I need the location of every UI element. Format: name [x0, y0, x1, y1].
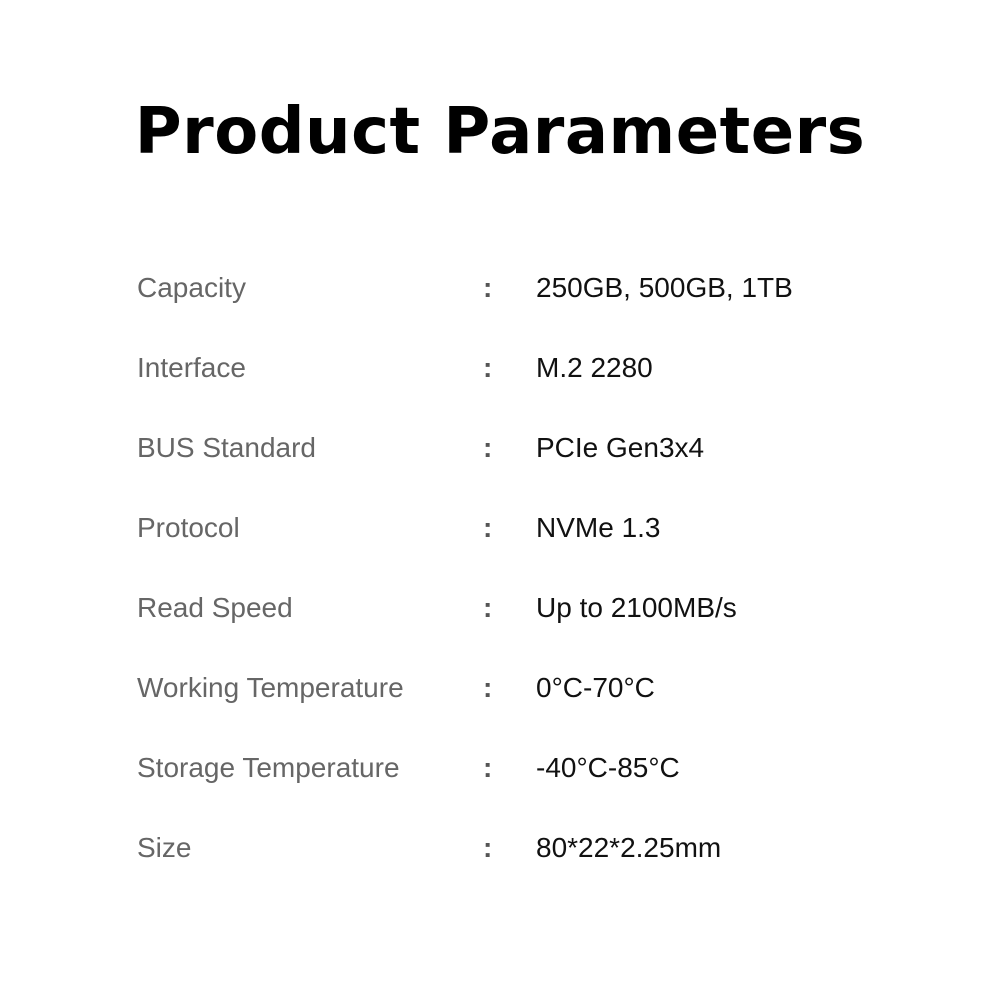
parameter-label: Storage Temperature — [137, 752, 400, 783]
separator: : — [483, 512, 493, 543]
separator: : — [483, 752, 493, 783]
parameter-value: Up to 2100MB/s — [536, 592, 737, 623]
parameter-row-read-speed: Read Speed : Up to 2100MB/s — [137, 588, 937, 668]
parameter-value: 250GB, 500GB, 1TB — [536, 272, 793, 303]
separator: : — [483, 672, 493, 703]
parameter-value: 80*22*2.25mm — [536, 832, 722, 863]
parameter-value: M.2 2280 — [536, 352, 653, 383]
parameter-label: Protocol — [137, 512, 240, 543]
parameter-label: BUS Standard — [137, 432, 316, 463]
parameter-label: Working Temperature — [137, 672, 404, 703]
parameter-label: Capacity — [137, 272, 246, 303]
separator: : — [483, 592, 493, 623]
parameter-value: PCIe Gen3x4 — [536, 432, 705, 463]
parameter-label: Read Speed — [137, 592, 293, 623]
parameter-label: Interface — [137, 352, 246, 383]
parameter-row-size: Size : 80*22*2.25mm — [137, 828, 937, 908]
parameter-row-capacity: Capacity : 250GB, 500GB, 1TB — [137, 268, 937, 348]
parameter-row-working-temperature: Working Temperature : 0°C-70°C — [137, 668, 937, 748]
parameter-value: 0°C-70°C — [536, 672, 655, 703]
parameter-row-interface: Interface : M.2 2280 — [137, 348, 937, 428]
separator: : — [483, 272, 493, 303]
parameter-row-bus-standard: BUS Standard : PCIe Gen3x4 — [137, 428, 937, 508]
separator: : — [483, 352, 493, 383]
separator: : — [483, 832, 493, 863]
parameters-table: Capacity : 250GB, 500GB, 1TB Interface :… — [137, 268, 937, 908]
parameter-row-storage-temperature: Storage Temperature : -40°C-85°C — [137, 748, 937, 828]
separator: : — [483, 432, 493, 463]
parameter-value: -40°C-85°C — [536, 752, 680, 783]
parameter-row-protocol: Protocol : NVMe 1.3 — [137, 508, 937, 588]
parameter-value: NVMe 1.3 — [536, 512, 661, 543]
parameter-label: Size — [137, 832, 192, 863]
page-title: Product Parameters — [134, 95, 866, 169]
